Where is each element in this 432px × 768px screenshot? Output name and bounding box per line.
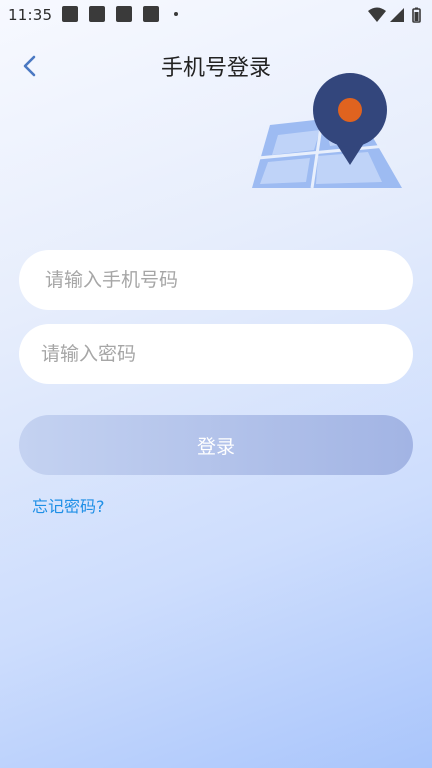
password-input[interactable] xyxy=(39,342,391,366)
phone-input[interactable] xyxy=(43,268,391,292)
map-pin-illustration xyxy=(252,73,402,189)
password-input-field[interactable] xyxy=(19,324,413,384)
more-notifications-dot xyxy=(174,12,178,16)
signal-icon xyxy=(390,8,404,22)
status-bar: 11:35 xyxy=(0,0,432,30)
forgot-password-link[interactable]: 忘记密码? xyxy=(32,493,105,517)
battery-icon xyxy=(412,7,421,23)
login-button[interactable]: 登录 xyxy=(19,415,413,475)
notification-icon xyxy=(62,6,78,22)
notification-icon xyxy=(89,6,105,22)
system-status-icons xyxy=(368,7,421,23)
notification-icon xyxy=(143,6,159,22)
phone-input-field[interactable] xyxy=(19,250,413,310)
status-time: 11:35 xyxy=(8,6,53,24)
wifi-icon xyxy=(368,7,386,22)
notification-icon xyxy=(116,6,132,22)
